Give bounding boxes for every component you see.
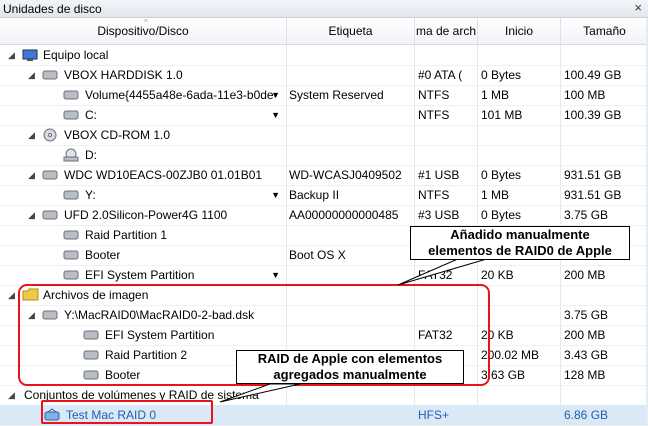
dropdown-arrow-icon[interactable]: ▼ xyxy=(271,265,280,285)
tree-row-volume[interactable]: Y: ▼ Backup II NTFS 1 MB 931.51 GB xyxy=(0,185,648,206)
collapse-icon[interactable]: ◢ xyxy=(28,65,35,85)
tree-row-volume[interactable]: C: ▼ NTFS 101 MB 100.39 GB xyxy=(0,105,648,126)
row-size: 128 MB xyxy=(564,368,606,382)
row-start: 0 Bytes xyxy=(481,68,522,82)
collapse-icon[interactable]: ◢ xyxy=(8,285,15,305)
row-name: Booter xyxy=(85,248,121,262)
row-start: 1 MB xyxy=(481,188,510,202)
cd-drive-icon xyxy=(63,148,79,165)
row-fs: NTFS xyxy=(418,108,450,122)
hard-disk-icon xyxy=(42,169,58,183)
row-name: Volume{4455a48e-6ada-11e3-b0de- xyxy=(85,88,275,102)
row-size: 200 MB xyxy=(564,268,606,282)
tree-row-volume[interactable]: D: xyxy=(0,145,648,166)
tree-row-disk[interactable]: ◢ UFD 2.0Silicon-Power4G 1100 AA00000000… xyxy=(0,205,648,226)
computer-icon xyxy=(22,49,38,65)
row-label: AA00000000000485 xyxy=(289,208,399,222)
annotation-added-manually: Añadido manualmente elementos de RAID0 d… xyxy=(410,226,630,260)
row-name: Y: xyxy=(85,188,96,202)
row-start: 0 Bytes xyxy=(481,208,522,222)
row-label: System Reserved xyxy=(289,88,384,102)
row-start: 1 MB xyxy=(481,88,510,102)
row-start: 101 MB xyxy=(481,108,523,122)
collapse-icon[interactable]: ◢ xyxy=(8,385,15,405)
row-label: WD-WCASJ0409502 xyxy=(289,168,402,182)
volume-icon xyxy=(63,249,79,263)
volume-icon xyxy=(63,189,79,203)
column-inicio[interactable]: Inicio xyxy=(478,18,561,44)
row-fs: #3 USB xyxy=(418,208,460,222)
row-fs: #1 USB xyxy=(418,168,460,182)
row-size: 3.43 GB xyxy=(564,348,609,362)
collapse-icon[interactable]: ◢ xyxy=(28,205,35,225)
column-etiqueta[interactable]: Etiqueta xyxy=(287,18,415,44)
tree-row-volume[interactable]: Volume{4455a48e-6ada-11e3-b0de- ▼ System… xyxy=(0,85,648,106)
row-fs: NTFS xyxy=(418,88,450,102)
dropdown-arrow-icon[interactable]: ▼ xyxy=(271,85,280,105)
cd-rom-icon xyxy=(42,128,58,145)
tree-row-cdrom[interactable]: ◢ VBOX CD-ROM 1.0 xyxy=(0,125,648,146)
hard-disk-icon xyxy=(42,209,58,223)
window-titlebar: Unidades de disco × xyxy=(0,0,648,18)
row-name: D: xyxy=(85,148,97,162)
tree-row-local-computer[interactable]: ◢ Equipo local xyxy=(0,45,648,66)
row-label: Boot OS X xyxy=(289,248,346,262)
tree-row-disk[interactable]: ◢ WDC WD10EACS-00ZJB0 01.01B01 WD-WCASJ0… xyxy=(0,165,648,186)
row-fs: FAT32 xyxy=(418,268,453,282)
row-fs: NTFS xyxy=(418,188,450,202)
row-size: 100.39 GB xyxy=(564,108,622,122)
dropdown-arrow-icon[interactable]: ▼ xyxy=(271,105,280,125)
row-size: 3.75 GB xyxy=(564,308,609,322)
volume-icon xyxy=(63,89,79,103)
volume-icon xyxy=(63,269,79,283)
row-fs: #0 ATA ( xyxy=(418,68,463,82)
row-name: EFI System Partition xyxy=(85,268,195,282)
collapse-icon[interactable]: ◢ xyxy=(8,45,15,65)
row-label: Backup II xyxy=(289,188,340,202)
annotation-apple-raid: RAID de Apple con elementos agregados ma… xyxy=(236,350,464,384)
column-tamano[interactable]: Tamaño xyxy=(561,18,648,44)
column-sistema-archivos[interactable]: ma de arch xyxy=(415,18,478,44)
column-header: ^ Dispositivo/Disco Etiqueta ma de arch … xyxy=(0,18,648,45)
row-start: 20 KB xyxy=(481,268,514,282)
row-fs: HFS+ xyxy=(418,408,450,422)
row-start: 0 Bytes xyxy=(481,168,522,182)
dropdown-arrow-icon[interactable]: ▼ xyxy=(271,185,280,205)
row-size: 100 MB xyxy=(564,88,606,102)
row-name: VBOX CD-ROM 1.0 xyxy=(64,128,171,142)
close-icon[interactable]: × xyxy=(634,0,642,15)
tree-row-disk[interactable]: ◢ VBOX HARDDISK 1.0 #0 ATA ( 0 Bytes 100… xyxy=(0,65,648,86)
callout-raid-box xyxy=(41,400,213,424)
tree-row-partition[interactable]: EFI System Partition ▼ FAT32 20 KB 200 M… xyxy=(0,265,648,286)
row-size: 6.86 GB xyxy=(564,408,609,422)
row-size: 931.51 GB xyxy=(564,188,622,202)
row-name: C: xyxy=(85,108,97,122)
hard-disk-icon xyxy=(42,69,58,83)
row-size: 100.49 GB xyxy=(564,68,622,82)
row-name: UFD 2.0Silicon-Power4G 1100 xyxy=(64,208,228,222)
volume-icon xyxy=(63,109,79,123)
row-name: WDC WD10EACS-00ZJB0 01.01B01 xyxy=(64,168,263,182)
row-name: Equipo local xyxy=(43,48,109,62)
row-size: 3.75 GB xyxy=(564,208,609,222)
volume-icon xyxy=(63,229,79,243)
collapse-icon[interactable]: ◢ xyxy=(28,165,35,185)
collapse-icon[interactable]: ◢ xyxy=(28,125,35,145)
window-title: Unidades de disco xyxy=(3,2,102,16)
row-size: 931.51 GB xyxy=(564,168,622,182)
row-name: VBOX HARDDISK 1.0 xyxy=(64,68,183,82)
column-dispositivo[interactable]: Dispositivo/Disco xyxy=(0,18,287,44)
row-name: Raid Partition 1 xyxy=(85,228,168,242)
row-size: 200 MB xyxy=(564,328,606,342)
